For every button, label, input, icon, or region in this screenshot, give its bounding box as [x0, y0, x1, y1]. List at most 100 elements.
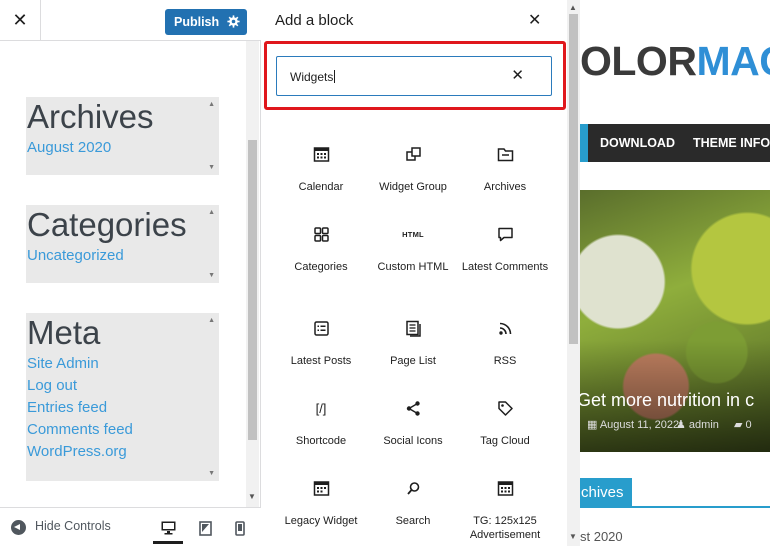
block-social-icons[interactable]: Social Icons: [367, 392, 459, 462]
scroll-down-arrow-icon[interactable]: ▼: [208, 272, 215, 279]
block-legacy-widget[interactable]: Legacy Widget: [275, 472, 367, 542]
widget-link[interactable]: Uncategorized: [26, 245, 219, 267]
site-preview: OLORMAG DOWNLOAD THEME INFO Get more nut…: [580, 0, 770, 546]
block-label: Search: [395, 515, 431, 527]
hide-controls-button[interactable]: Hide Controls: [35, 519, 111, 533]
scrollbar-thumb[interactable]: [569, 14, 578, 344]
categories-widget: Categories Uncategorized ▲ ▼: [26, 205, 219, 283]
collapse-arrow-icon[interactable]: [11, 520, 26, 535]
scroll-up-arrow-icon[interactable]: ▲: [569, 3, 577, 12]
widget-link[interactable]: August 2020: [26, 137, 219, 159]
shortcode-icon: [/]: [315, 401, 327, 416]
publish-button[interactable]: Publish: [165, 9, 247, 35]
scroll-down-arrow-icon[interactable]: ▼: [208, 164, 215, 171]
featured-post-title[interactable]: Get more nutrition in c: [580, 390, 754, 411]
block-tg-advertisement[interactable]: TG: 125x125 Advertisement: [459, 472, 551, 546]
archives-link[interactable]: st 2020: [580, 529, 623, 544]
tablet-preview-button[interactable]: [191, 514, 221, 544]
html-icon: HTML: [402, 230, 424, 239]
block-latest-posts[interactable]: Latest Posts: [275, 312, 367, 382]
block-calendar[interactable]: Calendar: [275, 138, 367, 208]
tablet-icon: [199, 521, 212, 536]
widget-preview-area: Archives August 2020 ▲ ▼ Categories Unca…: [0, 41, 261, 507]
post-date: ▦ August 11, 2022: [587, 419, 680, 431]
meta-widget: Meta Site Admin Log out Entries feed Com…: [26, 313, 219, 481]
featured-post-image[interactable]: Get more nutrition in c ▦ August 11, 202…: [580, 190, 770, 452]
block-label: Social Icons: [383, 435, 443, 447]
block-widget-group[interactable]: Widget Group: [367, 138, 459, 208]
scroll-up-arrow-icon[interactable]: ▲: [208, 209, 215, 216]
scrollbar-thumb[interactable]: [248, 140, 257, 440]
page-list-icon: [406, 320, 421, 337]
block-label: TG: 125x125 Advertisement: [469, 515, 541, 541]
search-value: Widgets: [290, 70, 336, 84]
block-tag-cloud[interactable]: Tag Cloud: [459, 392, 551, 462]
block-shortcode[interactable]: [/] Shortcode: [275, 392, 367, 462]
mobile-icon: [235, 521, 245, 536]
widget-link[interactable]: Entries feed: [26, 397, 219, 419]
customizer-footer: Hide Controls: [0, 507, 261, 546]
close-customizer-button[interactable]: ✕: [0, 0, 41, 41]
block-label: Legacy Widget: [284, 515, 358, 527]
block-label: Archives: [483, 181, 527, 193]
block-label: Page List: [390, 355, 436, 367]
user-icon: ♟: [676, 419, 689, 431]
block-rss[interactable]: RSS: [459, 312, 551, 382]
widget-title: Archives: [27, 98, 154, 135]
block-page-list[interactable]: Page List: [367, 312, 459, 382]
desktop-icon: [161, 521, 176, 535]
block-search-input[interactable]: Widgets ✕: [276, 56, 552, 96]
widget-title: Meta: [27, 314, 101, 351]
block-latest-comments[interactable]: Latest Comments: [459, 218, 551, 302]
calendar-icon: [313, 147, 330, 162]
scroll-up-arrow-icon[interactable]: ▲: [208, 101, 215, 108]
site-logo[interactable]: OLORMAG: [580, 38, 770, 85]
archives-icon: [497, 148, 514, 162]
advertisement-icon: [497, 481, 514, 496]
block-inserter-panel: Add a block ✕ Widgets ✕ Calendar Widget …: [262, 0, 580, 546]
desktop-preview-button[interactable]: [153, 514, 183, 544]
block-label: Widget Group: [379, 181, 447, 193]
scroll-up-arrow-icon[interactable]: ▲: [208, 317, 215, 324]
comment-icon: ▰: [734, 419, 746, 431]
nav-accent: [580, 124, 588, 162]
widget-link[interactable]: Log out: [26, 375, 219, 397]
post-author[interactable]: ♟ admin: [676, 418, 719, 431]
block-search[interactable]: Search: [367, 472, 459, 542]
customizer-header: ✕ Publish: [0, 0, 261, 41]
widget-title: Categories: [27, 206, 187, 243]
close-inserter-button[interactable]: ✕: [528, 10, 541, 30]
widget-link[interactable]: Site Admin: [26, 353, 219, 375]
block-label: Tag Cloud: [480, 435, 530, 447]
latest-posts-icon: [314, 321, 329, 336]
comment-icon: [498, 227, 513, 242]
scroll-down-arrow-icon[interactable]: ▼: [208, 470, 215, 477]
block-label: Custom HTML: [377, 261, 449, 273]
scroll-down-arrow-icon[interactable]: ▼: [248, 492, 256, 501]
rss-icon: [499, 322, 512, 335]
archives-widget-title: chives: [580, 478, 632, 508]
inserter-title: Add a block: [275, 12, 354, 29]
block-label: Shortcode: [295, 435, 347, 447]
clear-search-icon[interactable]: ✕: [511, 66, 524, 84]
legacy-widget-icon: [313, 481, 330, 496]
block-archives[interactable]: Archives: [459, 138, 551, 208]
widget-group-icon: [406, 147, 421, 161]
block-categories[interactable]: Categories: [275, 218, 367, 302]
gear-icon[interactable]: [227, 15, 240, 28]
widget-link[interactable]: WordPress.org: [26, 441, 219, 463]
search-icon: [407, 482, 420, 495]
post-comments[interactable]: ▰ 0: [734, 418, 752, 431]
mobile-preview-button[interactable]: [227, 514, 257, 544]
scroll-down-arrow-icon[interactable]: ▼: [569, 532, 577, 541]
block-label: Calendar: [298, 181, 344, 193]
calendar-icon: ▦: [587, 419, 600, 431]
block-custom-html[interactable]: HTML Custom HTML: [367, 218, 459, 302]
tag-icon: [498, 401, 513, 416]
nav-item-theme-info[interactable]: THEME INFO: [693, 136, 770, 150]
nav-item-download[interactable]: DOWNLOAD: [600, 136, 675, 150]
block-label: Categories: [294, 261, 348, 273]
widget-link[interactable]: Comments feed: [26, 419, 219, 441]
block-label: Latest Posts: [290, 355, 352, 367]
categories-icon: [314, 227, 329, 242]
